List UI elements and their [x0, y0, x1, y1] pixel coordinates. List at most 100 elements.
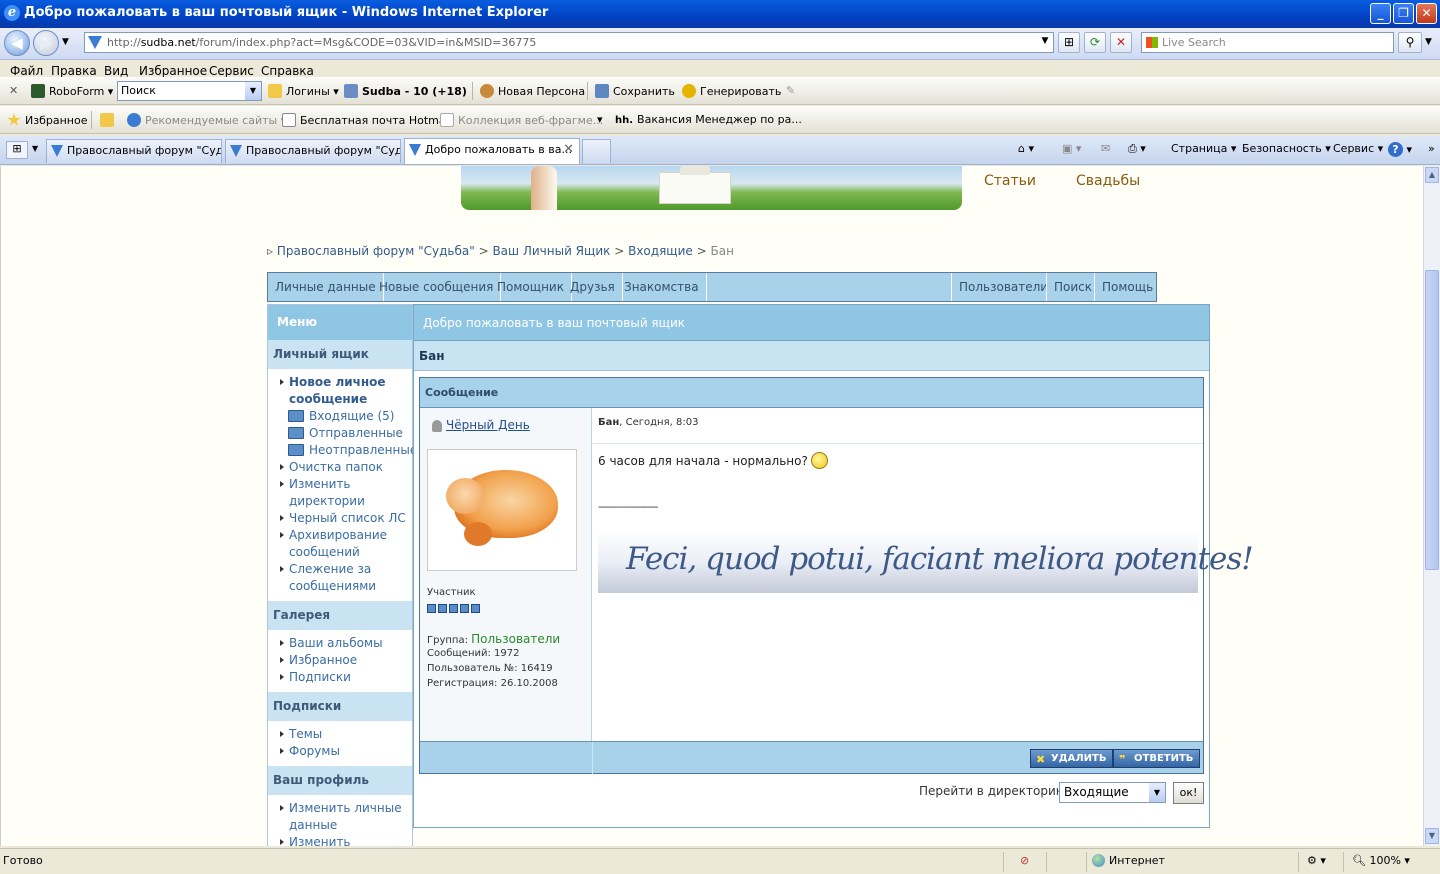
safety-menu[interactable]: Безопасность ▾ — [1242, 142, 1331, 155]
nav-new-messages[interactable]: Новые сообщения — [372, 273, 502, 301]
roboform-close-icon[interactable]: ✕ — [9, 84, 18, 97]
search-options-icon[interactable]: ▼ — [1425, 37, 1432, 47]
passcard-button[interactable]: Sudba - 10 (+18) — [344, 84, 467, 98]
sidebar-new-message[interactable]: Новое личное сообщение — [268, 374, 412, 408]
logins-button[interactable]: Логины ▾ — [268, 84, 339, 98]
roboform-button[interactable]: RoboForm ▾ — [31, 84, 113, 98]
couple-figure — [531, 166, 557, 210]
quick-tabs-icon[interactable]: ⊞ — [6, 141, 28, 159]
save-button[interactable]: Сохранить — [595, 84, 675, 98]
nav-dating[interactable]: Знакомства — [617, 273, 707, 301]
sidebar-albums[interactable]: Ваши альбомы — [268, 635, 412, 652]
tab-favicon-icon — [409, 144, 421, 156]
sidebar-tracking[interactable]: Слежение за сообщениями — [268, 561, 412, 595]
sidebar-unsent[interactable]: Неотправленные — [268, 442, 417, 459]
breadcrumb-mailbox[interactable]: Ваш Личный Ящик — [492, 244, 610, 258]
sidebar-forums[interactable]: Форумы — [268, 743, 412, 760]
nav-articles-link[interactable]: Статьи — [984, 173, 1036, 189]
home-button[interactable]: ⌂ ▾ — [1018, 142, 1034, 155]
popup-blocker-icon[interactable]: ⊘ — [1020, 854, 1029, 867]
breadcrumb-forum[interactable]: Православный форум "Судьба" — [277, 244, 475, 258]
close-window-button[interactable]: ✕ — [1416, 3, 1437, 24]
generate-button[interactable]: Генерировать — [682, 84, 781, 98]
folder-select[interactable]: Входящие ▼ — [1059, 782, 1166, 803]
menu-tools[interactable]: Сервис — [209, 64, 254, 78]
toolbar-overflow-icon[interactable]: » — [1428, 142, 1435, 155]
back-button[interactable]: ◀ — [4, 30, 30, 56]
zoom-control[interactable]: 🔍︎ 100% ▾ — [1352, 854, 1410, 867]
forward-button[interactable]: ▶ — [33, 30, 59, 56]
breadcrumb-inbox[interactable]: Входящие — [628, 244, 693, 258]
address-dropdown-icon[interactable]: ▼ — [1036, 32, 1054, 53]
address-toolbar: ◀ ▶ ▼ http://sudba.net/forum/index.php?a… — [0, 28, 1440, 60]
tab-forum-1[interactable]: Православный форум "Суд... — [46, 139, 222, 163]
sidebar-clear-folders[interactable]: Очистка папок — [268, 459, 412, 476]
delete-button[interactable]: ✖ УДАЛИТЬ — [1030, 749, 1114, 768]
menu-help[interactable]: Справка — [261, 64, 314, 78]
address-bar[interactable]: http://sudba.net/forum/index.php?act=Msg… — [84, 32, 1054, 53]
menu-edit[interactable]: Правка — [51, 64, 97, 78]
tab-forum-2[interactable]: Православный форум "Суд... — [225, 139, 401, 163]
feeds-icon[interactable]: ▣ ▾ — [1062, 142, 1081, 155]
new-persona-button[interactable]: Новая Персона — [480, 84, 585, 98]
vertical-scrollbar[interactable]: ▲ ▼ — [1423, 166, 1440, 846]
fav-dropdown-icon[interactable]: ▾ — [597, 113, 603, 126]
restore-button[interactable]: ❐ — [1393, 3, 1414, 24]
sidebar-edit-profile[interactable]: Изменить личные данные — [268, 800, 412, 834]
favorites-star-icon — [7, 113, 21, 126]
menu-favorites[interactable]: Избранное — [139, 64, 207, 78]
roboform-search-input[interactable]: Поиск ▼ — [117, 81, 262, 101]
sidebar-archive[interactable]: Архивирование сообщений — [268, 527, 412, 561]
sidebar-sent[interactable]: Отправленные — [268, 425, 412, 442]
minimize-button[interactable]: _ — [1370, 3, 1391, 24]
tools-menu[interactable]: Сервис ▾ — [1333, 142, 1383, 155]
nav-search[interactable]: Поиск — [1046, 273, 1099, 301]
folder-icon — [288, 444, 304, 456]
sidebar-inbox[interactable]: Входящие (5) — [268, 408, 412, 425]
sidebar-edit-folders[interactable]: Изменить директории — [268, 476, 412, 510]
compatibility-view-icon[interactable]: ⊞ — [1058, 32, 1080, 53]
site-favicon-icon — [88, 36, 102, 49]
fav-web-slices[interactable]: Коллекция веб-фрагме... — [440, 113, 603, 127]
tab-mailbox[interactable]: Добро пожаловать в ва... ✕ — [404, 138, 580, 164]
nav-help[interactable]: Помощь — [1094, 273, 1160, 301]
scroll-up-icon[interactable]: ▲ — [1425, 167, 1439, 183]
add-favorite-icon[interactable] — [100, 113, 118, 127]
nav-personal-data[interactable]: Личные данные — [268, 273, 384, 301]
history-dropdown-icon[interactable]: ▼ — [62, 37, 69, 47]
menu-view[interactable]: Вид — [104, 64, 128, 78]
roboform-pen-icon[interactable]: ✎ — [786, 84, 795, 97]
protected-mode-icon[interactable]: ⚙ ▾ — [1307, 854, 1326, 867]
reply-button[interactable]: ❞ ОТВЕТИТЬ — [1113, 749, 1201, 768]
scroll-down-icon[interactable]: ▼ — [1425, 828, 1439, 844]
favorites-button[interactable]: Избранное — [7, 113, 87, 127]
nav-assistant[interactable]: Помощник — [490, 273, 572, 301]
fav-suggested-sites[interactable]: Рекомендуемые сайты ▾ — [127, 113, 286, 127]
sidebar-topics[interactable]: Темы — [268, 726, 412, 743]
stop-icon[interactable]: ✕ — [1110, 32, 1132, 53]
tab-list-dropdown-icon[interactable]: ▼ — [32, 144, 38, 153]
help-menu[interactable]: ? ▾ — [1388, 142, 1412, 157]
close-tab-icon[interactable]: ✕ — [563, 139, 574, 161]
new-tab-button[interactable] — [582, 139, 611, 163]
sidebar-gallery-subscriptions[interactable]: Подписки — [268, 669, 412, 686]
search-icon[interactable]: ⚲ — [1398, 32, 1422, 53]
author-link[interactable]: Чёрный День — [432, 418, 530, 432]
page-menu[interactable]: Страница ▾ — [1171, 142, 1236, 155]
scroll-thumb[interactable] — [1425, 270, 1439, 570]
live-search-input[interactable]: Live Search — [1141, 32, 1394, 53]
nav-weddings-link[interactable]: Свадьбы — [1076, 173, 1140, 189]
sidebar-gallery-favorites[interactable]: Избранное — [268, 652, 412, 669]
tab-favicon-icon — [230, 145, 242, 157]
nav-users[interactable]: Пользователи — [951, 273, 1055, 301]
refresh-icon[interactable]: ⟳ — [1084, 32, 1106, 53]
nav-friends[interactable]: Друзья — [563, 273, 623, 301]
sidebar-edit-settings[interactable]: Изменить настройки — [268, 834, 412, 846]
print-button[interactable]: ⎙ ▾ — [1128, 142, 1146, 156]
fav-vacancy[interactable]: hh. Вакансия Менеджер по ра... — [615, 113, 802, 126]
menu-file[interactable]: Файл — [10, 64, 43, 78]
fav-hotmail[interactable]: Бесплатная почта Hotmail — [282, 113, 452, 127]
read-mail-icon[interactable]: ✉ — [1101, 142, 1110, 155]
sidebar-blacklist[interactable]: Черный список ЛС — [268, 510, 412, 527]
ok-button[interactable]: ок! — [1173, 782, 1204, 804]
